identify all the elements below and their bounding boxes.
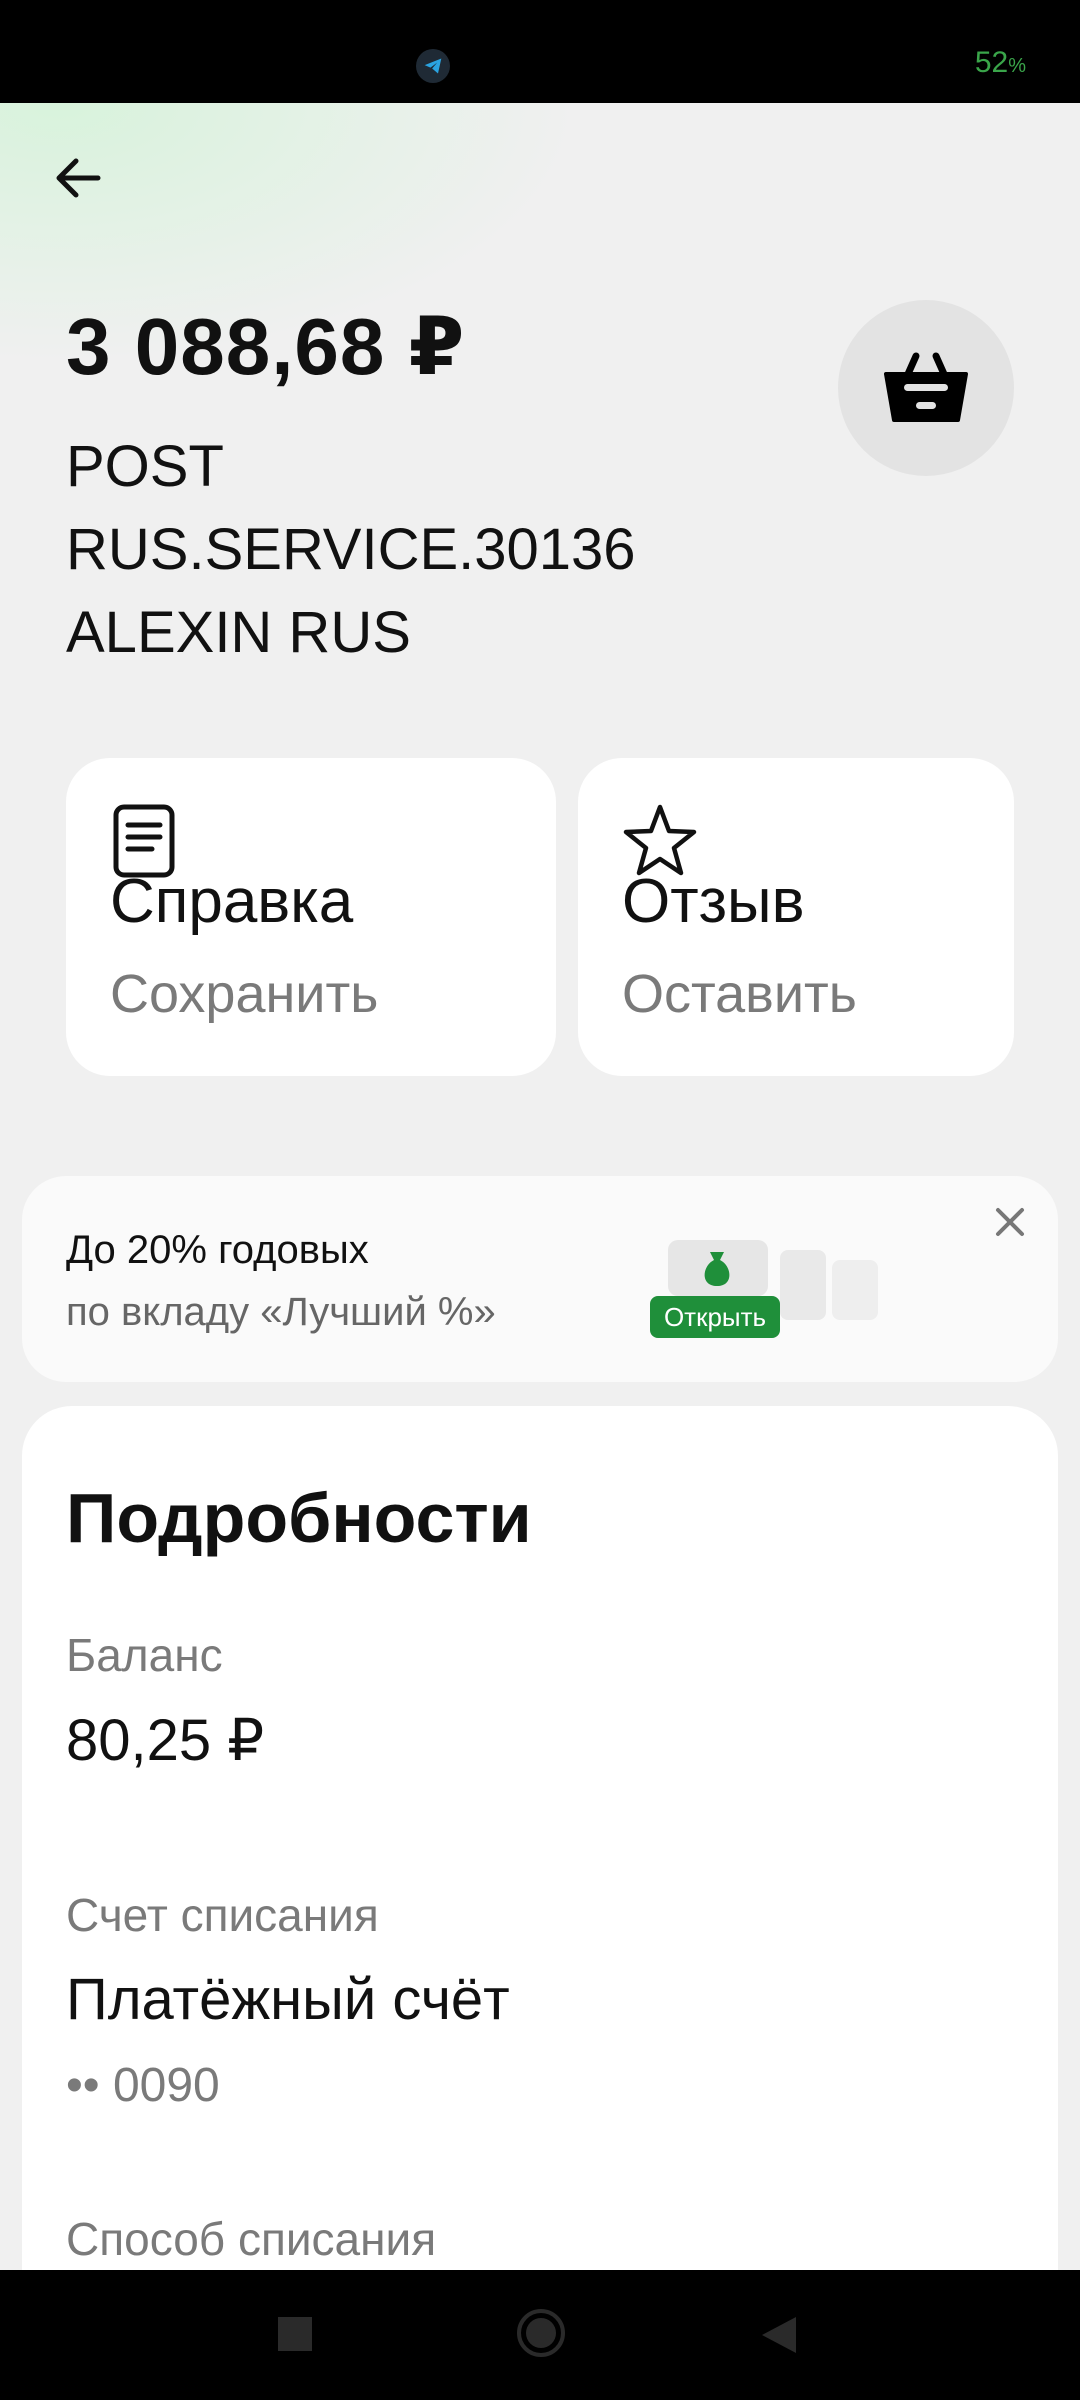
battery-unit: %: [1008, 55, 1026, 77]
receipt-card[interactable]: Справка Сохранить: [66, 758, 556, 1076]
account-value: Платёжный счёт: [66, 1967, 510, 2032]
transaction-amount: 3 088,68 ₽: [66, 302, 466, 391]
promo-close-button[interactable]: [986, 1198, 1034, 1246]
home-button[interactable]: [516, 2308, 566, 2363]
basket-icon: [884, 352, 968, 422]
merchant-category-icon: [838, 300, 1014, 476]
promo-title: До 20% годовых: [66, 1228, 369, 1272]
balance-label: Баланс: [66, 1629, 223, 1681]
promo-card-shape: [832, 1260, 878, 1320]
promo-banner[interactable]: До 20% годовых по вкладу «Лучший %» Откр…: [22, 1176, 1058, 1382]
merchant-line-3: ALEXIN RUS: [66, 600, 411, 665]
arrow-left-icon: [56, 158, 101, 198]
account-label: Счет списания: [66, 1889, 379, 1941]
battery-indicator: 52%: [975, 46, 1026, 80]
money-bag-icon: [698, 1248, 736, 1288]
circle-icon: [517, 2309, 565, 2357]
review-title: Отзыв: [622, 867, 805, 936]
review-card[interactable]: Отзыв Оставить: [578, 758, 1014, 1076]
merchant-name: POST RUS.SERVICE.30136 ALEXIN RUS: [66, 425, 826, 674]
merchant-line-2: RUS.SERVICE.30136: [66, 517, 636, 582]
screen: 52% 3 088,68 ₽ POST RUS.SERVICE.30136 AL…: [0, 0, 1080, 2400]
status-bar: 52%: [0, 0, 1080, 103]
back-button[interactable]: [50, 150, 106, 206]
telegram-icon: [416, 49, 450, 83]
back-nav-button[interactable]: [762, 2317, 796, 2358]
promo-open-button[interactable]: Открыть: [650, 1296, 780, 1338]
battery-value: 52: [974, 46, 1009, 79]
details-title: Подробности: [66, 1479, 532, 1557]
triangle-back-icon: [762, 2317, 796, 2353]
method-label: Способ списания: [66, 2213, 437, 2265]
balance-value: 80,25 ₽: [66, 1708, 265, 1773]
square-icon: [278, 2317, 312, 2351]
promo-subtitle: по вкладу «Лучший %»: [66, 1290, 496, 1334]
promo-card-shape: [780, 1250, 826, 1320]
details-panel: Подробности Баланс 80,25 ₽ Счет списания…: [22, 1406, 1058, 2306]
recents-button[interactable]: [278, 2317, 312, 2356]
receipt-title: Справка: [110, 867, 354, 936]
receipt-save-label: Сохранить: [110, 964, 379, 1024]
merchant-line-1: POST: [66, 434, 224, 499]
review-leave-label: Оставить: [622, 964, 857, 1024]
system-nav-bar: [0, 2270, 1080, 2400]
promo-graphic: Открыть: [628, 1236, 888, 1338]
account-mask: •• 0090: [66, 2059, 220, 2112]
close-icon: [996, 1208, 1024, 1236]
